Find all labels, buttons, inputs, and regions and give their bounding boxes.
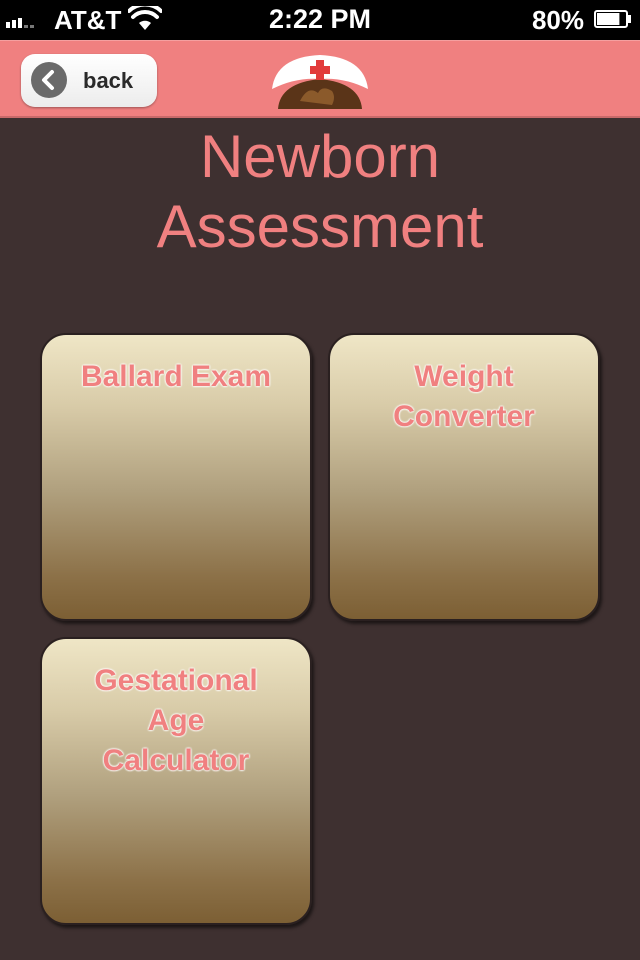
back-button-label: back	[83, 68, 134, 93]
tile-ballard-exam[interactable]: Ballard Exam	[40, 333, 312, 621]
tile-weight-converter[interactable]: Weight Converter	[328, 333, 600, 621]
back-button[interactable]: back	[21, 54, 157, 107]
page-title-line-1: Newborn	[199, 123, 441, 190]
tile-label: Gestational Age Calculator	[94, 664, 258, 777]
page-title: Newborn Assessment	[0, 122, 640, 262]
tile-label: Weight Converter	[393, 360, 535, 433]
battery-icon	[594, 10, 631, 28]
battery-percentage: 80%	[531, 5, 584, 35]
tile-gestational-age-calculator[interactable]: Gestational Age Calculator	[40, 637, 312, 925]
status-bar: AT&T 2:22 PM 80%	[0, 0, 640, 40]
tile-label: Ballard Exam	[80, 360, 272, 393]
chevron-left-icon	[31, 62, 67, 98]
nav-bar: back	[0, 40, 640, 118]
nurse-cap-icon	[272, 55, 368, 109]
page-title-line-2: Assessment	[156, 193, 484, 260]
